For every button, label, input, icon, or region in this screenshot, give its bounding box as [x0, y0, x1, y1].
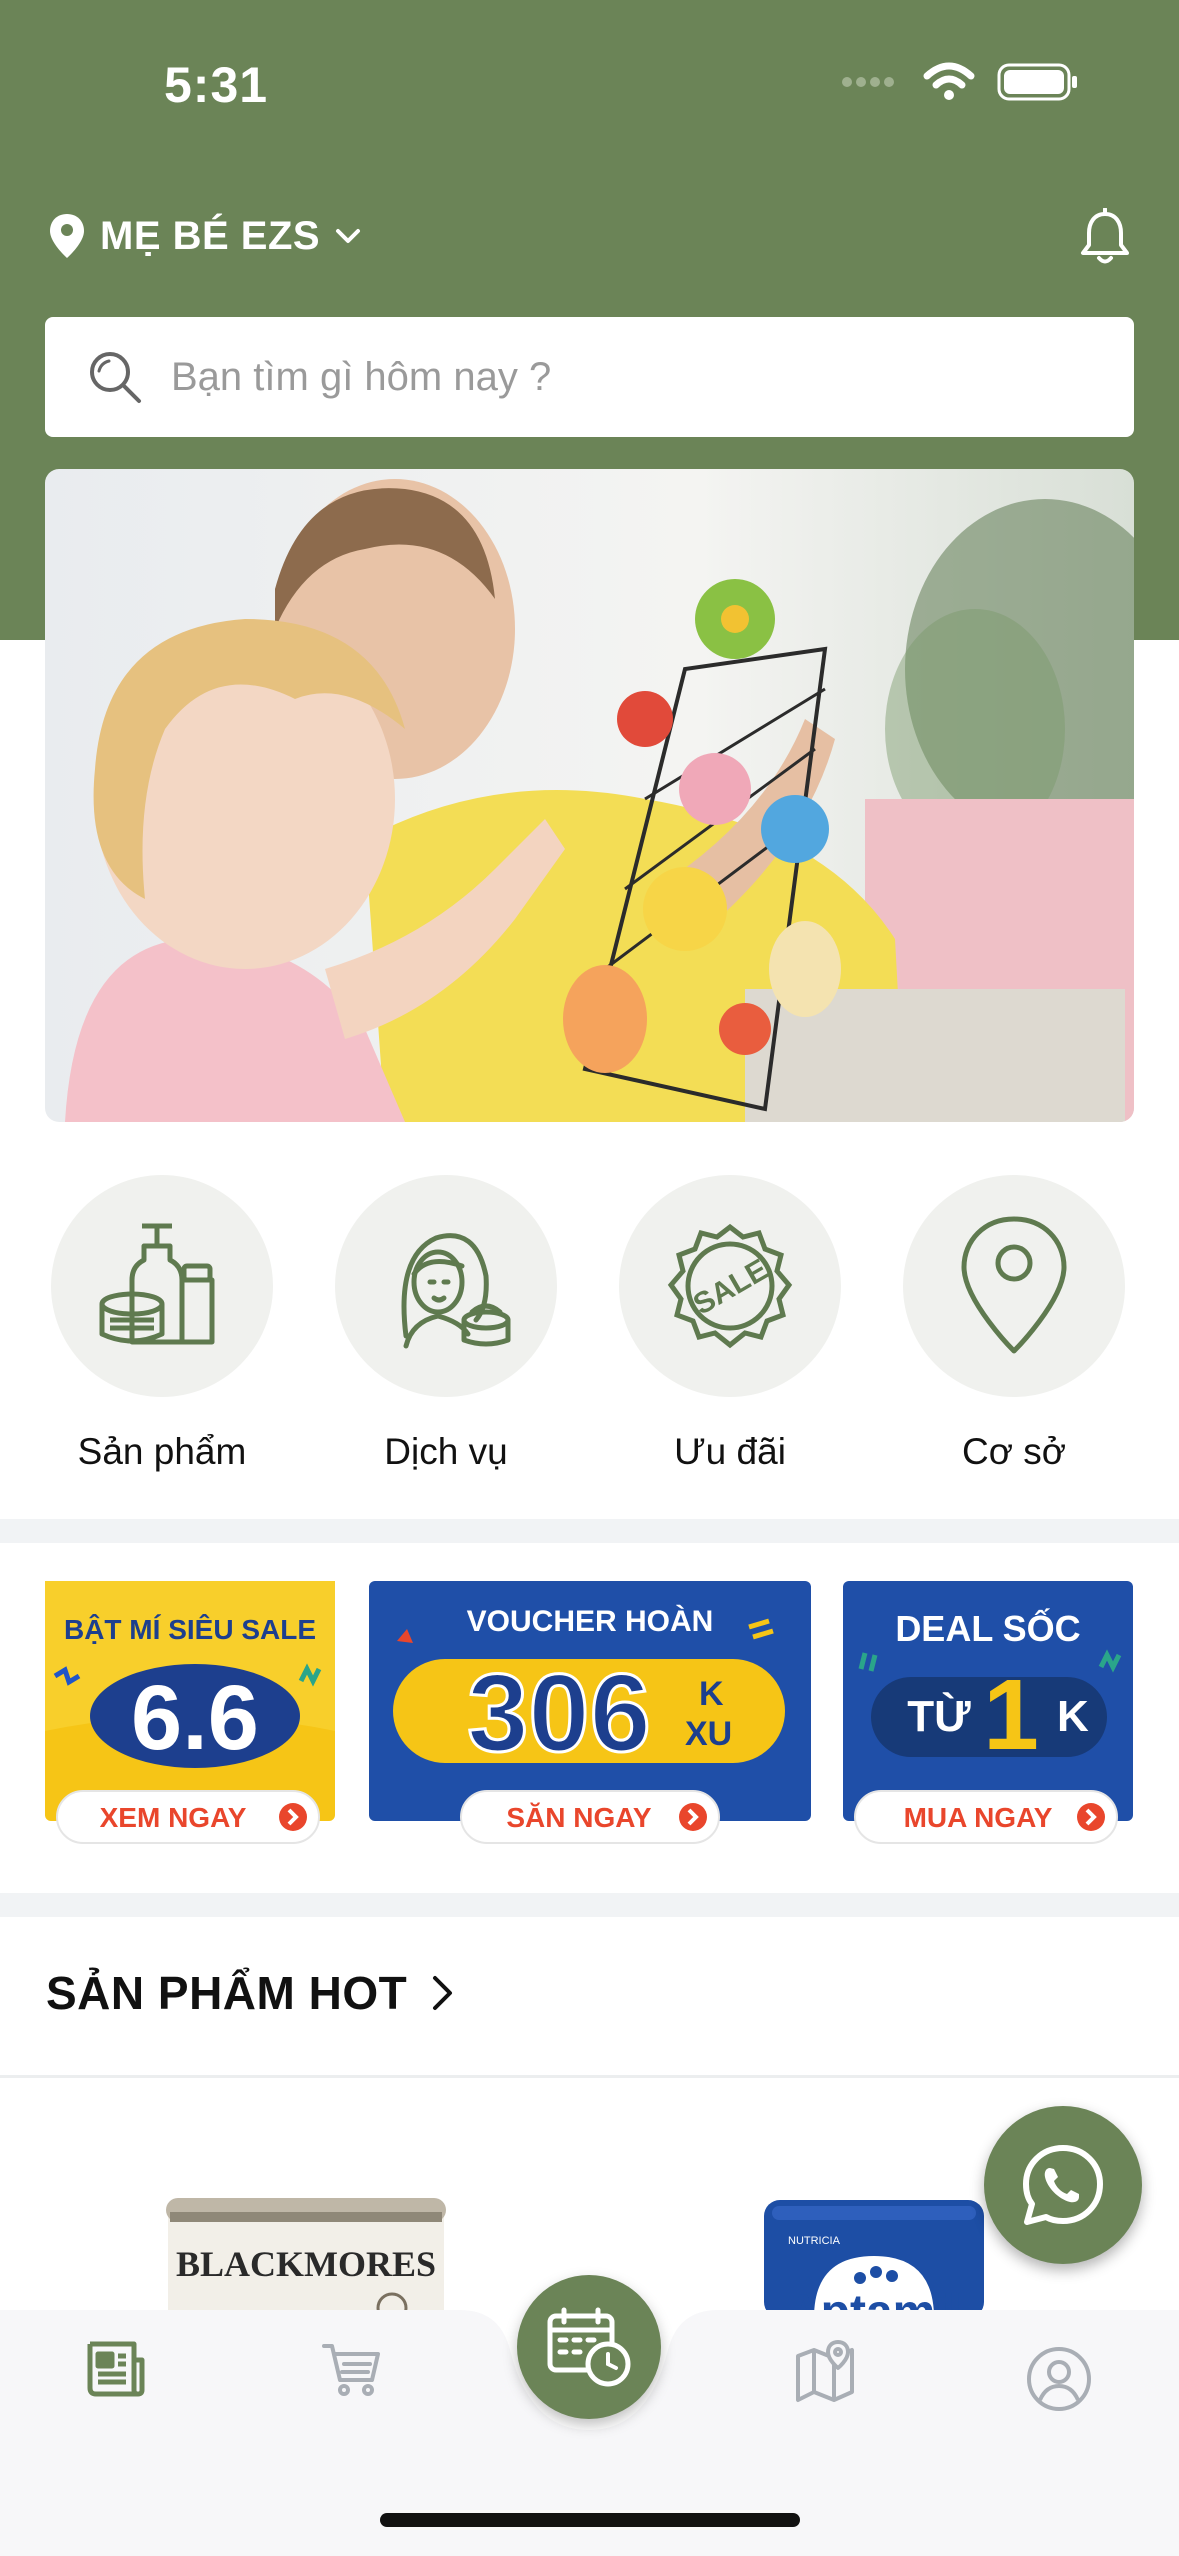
product-aptamil-maker: NUTRICIA [788, 2235, 841, 2247]
product-blackmores-brand: BLACKMORES [176, 2244, 436, 2284]
category-deals-circle: SALE [619, 1175, 841, 1397]
search-bar[interactable] [45, 317, 1134, 437]
nav-profile[interactable] [1026, 2346, 1092, 2417]
promo-banner-deal[interactable]: DEAL SỐC TỪ 1 K MUA NGAY [843, 1581, 1133, 1846]
location-selector[interactable]: MẸ BÉ EZS [48, 212, 362, 260]
status-time: 5:31 [164, 57, 269, 113]
category-services-circle [335, 1175, 557, 1397]
category-locations-circle [903, 1175, 1125, 1397]
hero-banner-image[interactable] [45, 469, 1134, 1122]
location-pin-icon [50, 214, 84, 258]
promo-deal-big: 1 [983, 1659, 1039, 1771]
hot-section-divider [0, 2075, 1179, 2078]
wifi-icon [923, 62, 975, 100]
promo-deal-button-text: MUA NGAY [904, 1802, 1053, 1833]
category-products[interactable]: Sản phẩm [32, 1175, 292, 1473]
cart-icon [322, 2344, 380, 2396]
home-indicator [380, 2513, 800, 2527]
promo-sale-big-text: 6.6 [131, 1667, 259, 1769]
promo-banner-sale[interactable]: BẬT MÍ SIÊU SALE 6.6 XEM NGAY [45, 1581, 335, 1846]
promo-sale-button-text: XEM NGAY [100, 1802, 247, 1833]
nav-map[interactable] [794, 2340, 856, 2409]
promo-deal-top-text: DEAL SỐC [895, 1607, 1080, 1649]
category-services[interactable]: Dịch vụ [316, 1175, 576, 1473]
category-deals[interactable]: SALE Ưu đãi [600, 1175, 860, 1473]
category-locations-label: Cơ sở [961, 1431, 1067, 1472]
promo-voucher-top-text: VOUCHER HOÀN [467, 1604, 714, 1638]
category-row: Sản phẩm Dịch vụ SALE Ưu đãi Cơ sở [0, 1175, 1179, 1515]
sale-badge-icon: SALE [667, 1223, 793, 1349]
hot-products-title: SẢN PHẨM HOT [46, 1967, 408, 2019]
promo-voucher-big-text: 306 [467, 1652, 651, 1775]
hot-products-header[interactable]: SẢN PHẨM HOT [46, 1966, 455, 2020]
location-name: MẸ BÉ EZS [100, 213, 321, 258]
search-input[interactable] [171, 354, 1071, 400]
promo-voucher-button-text: SĂN NGAY [506, 1802, 652, 1833]
news-icon [87, 2341, 145, 2397]
chevron-down-icon [336, 229, 361, 243]
whatsapp-icon [1023, 2145, 1103, 2225]
bell-icon [1081, 207, 1129, 264]
booking-button[interactable] [517, 2275, 661, 2419]
search-icon [90, 352, 141, 403]
nav-cart[interactable] [320, 2340, 384, 2403]
woman-face-cream-icon [401, 1233, 511, 1349]
map-icon [796, 2340, 854, 2402]
category-products-circle [51, 1175, 273, 1397]
status-bar: 5:31 [0, 0, 1179, 170]
chevron-right-icon [433, 1976, 453, 2010]
map-pin-icon [961, 1216, 1067, 1354]
promo-banner-voucher[interactable]: VOUCHER HOÀN 306 K XU SĂN NGAY [369, 1581, 811, 1846]
section-divider [0, 1519, 1179, 1543]
status-icons [841, 62, 1079, 102]
profile-icon [1027, 2347, 1091, 2411]
category-locations[interactable]: Cơ sở [884, 1175, 1144, 1473]
category-services-label: Dịch vụ [384, 1431, 508, 1472]
promo-deal-prefix: TỪ [907, 1691, 971, 1741]
battery-icon [997, 63, 1077, 101]
section-divider [0, 1893, 1179, 1917]
nav-news[interactable] [84, 2340, 148, 2403]
promo-sale-top-text: BẬT MÍ SIÊU SALE [64, 1614, 316, 1645]
category-deals-label: Ưu đãi [674, 1431, 786, 1472]
calendar-clock-icon [547, 2307, 631, 2387]
promo-deal-suffix: K [1057, 1692, 1089, 1741]
notification-button[interactable] [1079, 207, 1131, 273]
cosmetics-bottles-icon [99, 1223, 215, 1345]
chat-fab-button[interactable] [984, 2106, 1142, 2264]
cellular-signal-icon [842, 77, 894, 87]
product-aptamil-image[interactable]: NUTRICIA Aptamil [764, 2200, 984, 2318]
promo-carousel: BẬT MÍ SIÊU SALE 6.6 XEM NGAY VOUCHER HO… [0, 1555, 1179, 1875]
product-blackmores-image[interactable]: BLACKMORES [166, 2198, 446, 2318]
category-products-label: Sản phẩm [77, 1431, 247, 1472]
promo-voucher-suffix2: XU [685, 1715, 732, 1753]
promo-voucher-suffix1: K [699, 1675, 724, 1713]
